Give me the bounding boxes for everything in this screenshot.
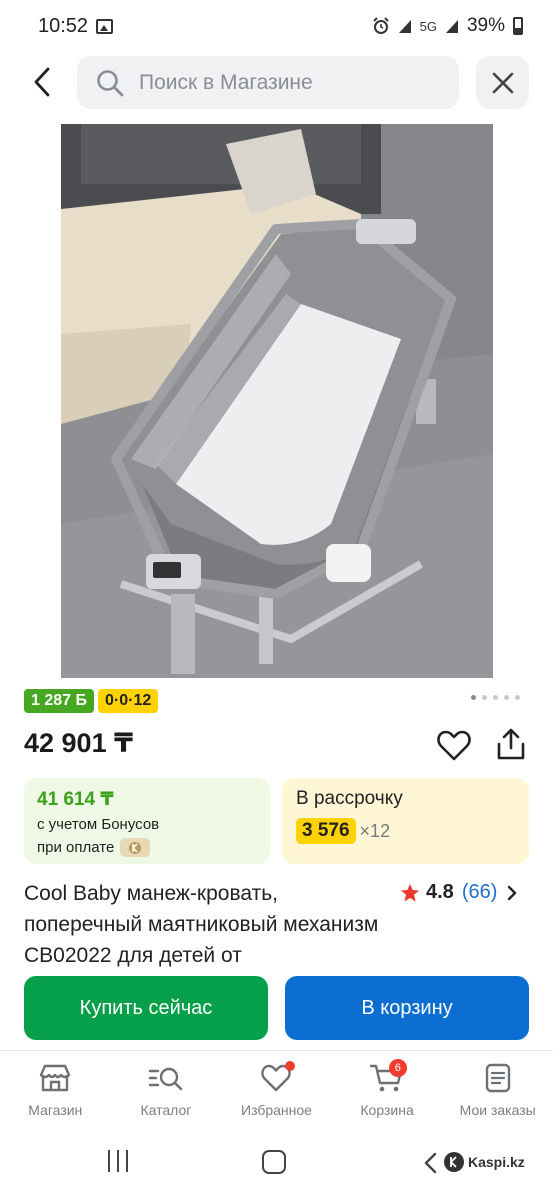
recents-button[interactable] [108, 1150, 128, 1172]
nav-orders-label: Мои заказы [459, 1102, 536, 1118]
back-button[interactable] [24, 64, 60, 100]
bonus-note-1: с учетом Бонусов [37, 816, 160, 833]
buy-now-button[interactable]: Купить сейчас [24, 976, 268, 1040]
gallery-icon [96, 18, 114, 34]
installment-row: 3 576 ×12 [296, 818, 515, 844]
system-back-icon[interactable] [423, 1152, 437, 1174]
store-icon [40, 1064, 71, 1092]
installment-card[interactable]: В рассрочку 3 576 ×12 [282, 778, 529, 864]
add-to-cart-button[interactable]: В корзину [285, 976, 529, 1040]
kaspi-logo-icon [444, 1152, 464, 1172]
crib-illustration [61, 124, 493, 678]
battery-percent: 39% [466, 15, 505, 36]
nav-orders[interactable]: Мои заказы [442, 1051, 553, 1128]
carousel-dot[interactable] [504, 695, 509, 700]
home-button[interactable] [262, 1150, 286, 1174]
product-title: Cool Baby манеж-кровать, поперечный маят… [24, 882, 379, 967]
alarm-icon [372, 17, 389, 34]
share-icon [497, 728, 525, 760]
watermark-text: Kaspi.kz [468, 1154, 525, 1170]
orders-icon [485, 1063, 510, 1093]
status-icons: 5G 39% [372, 15, 523, 37]
favorites-dot [285, 1061, 296, 1071]
favorite-button[interactable] [436, 728, 472, 762]
search-placeholder: Поиск в Магазине [139, 70, 313, 94]
share-button[interactable] [494, 726, 528, 762]
system-nav-bar: Kaspi.kz [0, 1128, 553, 1200]
bonus-note-2: при оплате [37, 839, 115, 856]
carousel-dot[interactable] [471, 695, 476, 700]
product-rating[interactable]: 4.8 (66) [400, 881, 517, 904]
signal-icon [445, 20, 458, 33]
carousel-dots [471, 695, 520, 700]
close-icon [492, 72, 513, 93]
bottom-nav: Магазин Каталог Избранное 6 Корзина Мои … [0, 1050, 553, 1128]
review-count[interactable]: (66) [462, 881, 498, 904]
installment-title: В рассрочку [296, 788, 403, 809]
network-type: 5G [419, 18, 437, 34]
status-time: 10:52 [38, 14, 89, 37]
cart-count-badge: 6 [388, 1059, 407, 1077]
bonus-note-2-row: при оплате [37, 838, 257, 857]
bonus-price-card[interactable]: 41 614 ₸ с учетом Бонусов при оплате [24, 778, 270, 864]
kaspi-watermark: Kaspi.kz [444, 1152, 525, 1172]
search-icon [97, 69, 124, 96]
nav-store[interactable]: Магазин [0, 1051, 111, 1128]
heart-icon [437, 730, 471, 761]
bonus-price: 41 614 ₸ [37, 789, 114, 810]
installment-badge: 0·0·12 [97, 689, 159, 713]
nav-cart-label: Корзина [360, 1102, 414, 1118]
product-badges: 1 287 Б 0·0·12 [24, 689, 159, 713]
kaspi-icon [120, 838, 151, 857]
wifi-icon [398, 20, 411, 33]
nav-store-label: Магазин [28, 1102, 83, 1118]
nav-catalog[interactable]: Каталог [111, 1051, 222, 1128]
product-image[interactable] [61, 124, 493, 678]
nav-cart[interactable]: 6 Корзина [332, 1051, 443, 1128]
catalog-search-icon [148, 1067, 183, 1091]
chevron-right-icon [508, 885, 517, 900]
search-input[interactable]: Поиск в Магазине [77, 56, 459, 109]
product-price: 42 901 ₸ [24, 728, 133, 758]
installment-months: ×12 [359, 820, 391, 841]
status-bar: 10:52 5G 39% [0, 0, 553, 52]
carousel-dot[interactable] [493, 695, 498, 700]
nav-catalog-label: Каталог [140, 1102, 192, 1118]
nav-favorites[interactable]: Избранное [221, 1051, 332, 1128]
installment-monthly: 3 576 [296, 818, 356, 844]
rating-value: 4.8 [426, 881, 454, 903]
battery-icon [513, 17, 523, 35]
search-header: Поиск в Магазине [0, 52, 553, 112]
nav-favorites-label: Избранное [241, 1102, 312, 1118]
bonus-badge: 1 287 Б [24, 689, 94, 713]
carousel-dot[interactable] [482, 695, 487, 700]
carousel-dot[interactable] [515, 695, 520, 700]
close-search-button[interactable] [476, 56, 529, 109]
back-arrow-icon [34, 67, 50, 97]
star-icon [401, 883, 419, 901]
